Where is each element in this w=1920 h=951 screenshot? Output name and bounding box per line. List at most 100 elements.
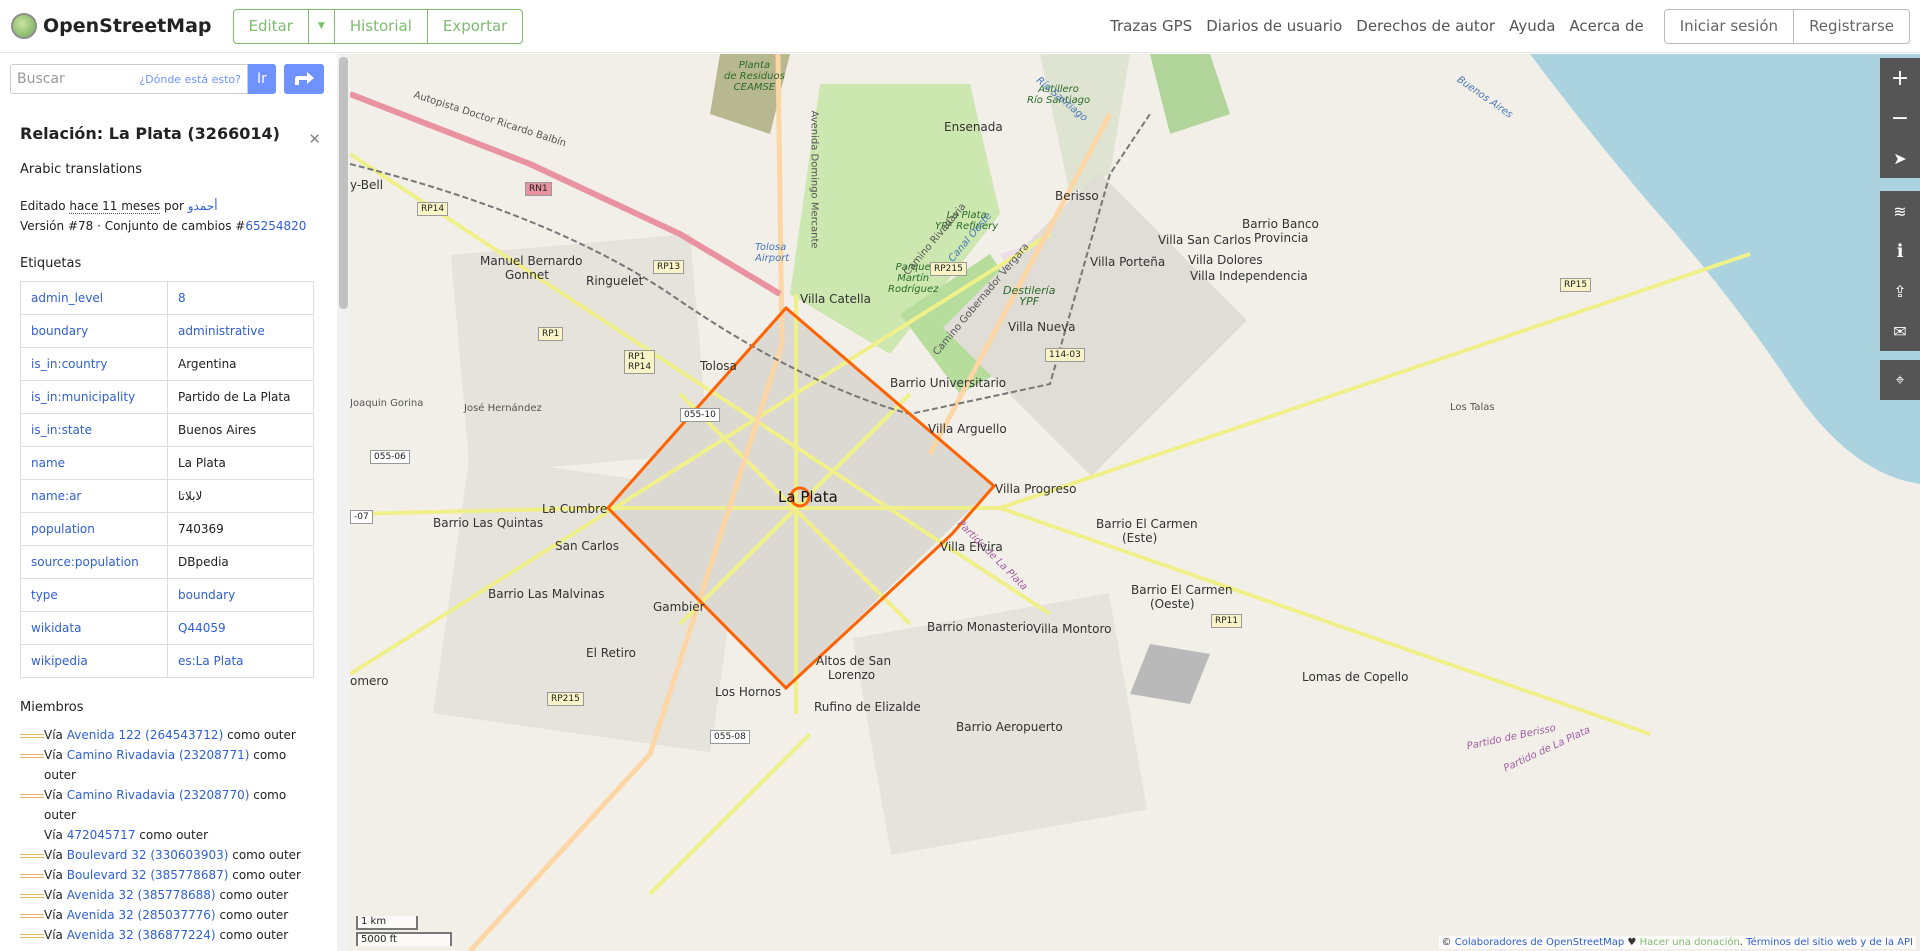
sidebar: Buscar ¿Dónde está esto? Ir Relación: La… xyxy=(0,54,350,951)
label-villa-montoro: Villa Montoro xyxy=(1033,622,1112,636)
attribution: © Colaboradores de OpenStreetMap ♥ Hacer… xyxy=(1438,936,1916,949)
where-is-this-link[interactable]: ¿Dónde está esto? xyxy=(139,73,241,86)
tag-key[interactable]: is_in:country xyxy=(20,347,168,381)
member-link[interactable]: Avenida 32 (285037776) xyxy=(67,908,216,922)
nav-copyright[interactable]: Derechos de autor xyxy=(1356,17,1495,35)
osm-logo-icon xyxy=(11,13,37,39)
member-link[interactable]: Camino Rivadavia (23208771) xyxy=(67,748,250,762)
label-villa-nueva: Villa Nueva xyxy=(1008,320,1076,334)
tag-key[interactable]: wikipedia xyxy=(20,644,168,678)
edited-label: Editado xyxy=(20,199,66,213)
label-barrio-el-carmen-este-2: (Este) xyxy=(1122,531,1158,545)
member-link[interactable]: Avenida 32 (385778688) xyxy=(67,888,216,902)
edit-button[interactable]: Editar xyxy=(234,9,309,43)
label-la-cumbre: La Cumbre xyxy=(542,502,608,516)
nav-about[interactable]: Acerca de xyxy=(1569,17,1643,35)
export-button[interactable]: Exportar xyxy=(428,10,522,43)
tag-value[interactable]: administrative xyxy=(167,314,314,348)
map-key-button[interactable]: ℹ xyxy=(1880,231,1920,271)
member-link[interactable]: 472045717 xyxy=(67,828,136,842)
tag-key[interactable]: wikidata xyxy=(20,611,168,645)
shield-rp1-rp14: RP1 RP14 xyxy=(624,350,656,374)
query-features-button[interactable]: ⌖ xyxy=(1880,360,1920,400)
user-link[interactable]: أحمدو xyxy=(188,199,218,213)
nav-gps-traces[interactable]: Trazas GPS xyxy=(1110,17,1192,35)
member-link[interactable]: Boulevard 32 (330603903) xyxy=(67,848,229,862)
member-role: como outer xyxy=(232,868,301,882)
label-gambier: Gambier xyxy=(653,600,705,614)
zoom-out-button[interactable]: − xyxy=(1880,98,1920,138)
member-role: como outer xyxy=(219,908,289,922)
tag-key[interactable]: is_in:state xyxy=(20,413,168,447)
tag-value[interactable]: boundary xyxy=(167,578,314,612)
tag-key[interactable]: type xyxy=(20,578,168,612)
label-villa-arguello: Villa Arguello xyxy=(928,422,1007,436)
member-link[interactable]: Camino Rivadavia (23208770) xyxy=(67,788,250,802)
tag-value: DBpedia xyxy=(167,545,314,579)
tag-key[interactable]: population xyxy=(20,512,168,546)
member-link[interactable]: Avenida 122 (264543712) xyxy=(67,728,224,742)
tag-row: wikidata Q44059 xyxy=(20,611,314,645)
tag-value[interactable]: 8 xyxy=(167,281,314,315)
way-icon xyxy=(20,934,44,938)
member-role: como outer xyxy=(139,828,209,842)
tag-row: boundary administrative xyxy=(20,314,314,348)
close-icon[interactable]: ✕ xyxy=(308,130,321,148)
share-button[interactable]: ⇪ xyxy=(1880,271,1920,311)
directions-button[interactable] xyxy=(284,64,324,94)
label-barrio-el-carmen-oeste-1: Barrio El Carmen xyxy=(1131,583,1233,597)
road-south xyxy=(648,732,812,896)
zoom-in-button[interactable]: + xyxy=(1880,58,1920,98)
shield-055-06: 055-06 xyxy=(370,450,410,464)
nav-help[interactable]: Ayuda xyxy=(1509,17,1555,35)
relation-panel: Relación: La Plata (3266014) ✕ Arabic tr… xyxy=(20,124,321,945)
tag-value: Argentina xyxy=(167,347,314,381)
member-text: Vía Avenida 32 (385778688) como outer xyxy=(44,885,288,905)
member-text: Vía Avenida 32 (386877224) como outer xyxy=(44,925,288,945)
search-input[interactable]: Buscar ¿Dónde está esto? xyxy=(10,64,248,94)
layers-icon: ≋ xyxy=(1893,201,1907,221)
login-button[interactable]: Iniciar sesión xyxy=(1665,9,1795,43)
locate-button[interactable]: ➤ xyxy=(1880,138,1920,178)
tag-key[interactable]: is_in:municipality xyxy=(20,380,168,414)
donate-link[interactable]: Hacer una donación xyxy=(1640,937,1740,948)
nav-user-diaries[interactable]: Diarios de usuario xyxy=(1206,17,1342,35)
member-text: Vía Avenida 32 (285037776) como outer xyxy=(44,905,288,925)
tag-key[interactable]: name:ar xyxy=(20,479,168,513)
signup-button[interactable]: Registrarse xyxy=(1794,10,1909,43)
history-button[interactable]: Historial xyxy=(335,9,428,43)
map-view[interactable]: La Plata Ensenada Berisso Tolosa Ringuel… xyxy=(350,54,1920,951)
edited-by-label: por xyxy=(164,199,184,213)
changeset-link[interactable]: 65254820 xyxy=(245,219,306,233)
label-jose-hernandez: José Hernández xyxy=(464,403,542,414)
tag-key[interactable]: admin_level xyxy=(20,281,168,315)
member-role: como outer xyxy=(219,928,289,942)
add-note-button[interactable]: ✉ xyxy=(1880,311,1920,351)
note-controls: ✉ xyxy=(1880,311,1920,351)
tag-key[interactable]: source:population xyxy=(20,545,168,579)
way-icon xyxy=(20,894,44,898)
layers-button[interactable]: ≋ xyxy=(1880,191,1920,231)
planta-line-3: CEAMSE xyxy=(733,82,776,93)
member-role: como outer xyxy=(227,728,296,742)
member-link[interactable]: Avenida 32 (386877224) xyxy=(67,928,216,942)
search-row: Buscar ¿Dónde está esto? Ir xyxy=(10,64,324,94)
shield-rp215-south: RP215 xyxy=(547,692,584,706)
search-go-button[interactable]: Ir xyxy=(248,64,276,94)
tag-value[interactable]: es:La Plata xyxy=(167,644,314,678)
member-link[interactable]: Boulevard 32 (385778687) xyxy=(67,868,229,882)
river-water xyxy=(1530,54,1920,484)
sidebar-scrollbar-thumb[interactable] xyxy=(339,57,348,309)
member-item: Vía Avenida 122 (264543712) como outer xyxy=(20,725,317,745)
tag-value[interactable]: Q44059 xyxy=(167,611,314,645)
osm-contributors-link[interactable]: Colaboradores de OpenStreetMap xyxy=(1455,937,1625,948)
tag-key[interactable]: boundary xyxy=(20,314,168,348)
site-logo[interactable]: OpenStreetMap xyxy=(11,13,212,39)
tag-key[interactable]: name xyxy=(20,446,168,480)
shield-rp15: RP15 xyxy=(1560,278,1592,292)
member-type: Vía xyxy=(44,788,63,802)
airport-line-1: Tolosa xyxy=(755,242,787,253)
edit-dropdown-toggle[interactable]: ▼ xyxy=(309,9,335,43)
terms-link[interactable]: Términos del sitio web y de la API xyxy=(1746,937,1913,948)
member-type: Vía xyxy=(44,888,63,902)
